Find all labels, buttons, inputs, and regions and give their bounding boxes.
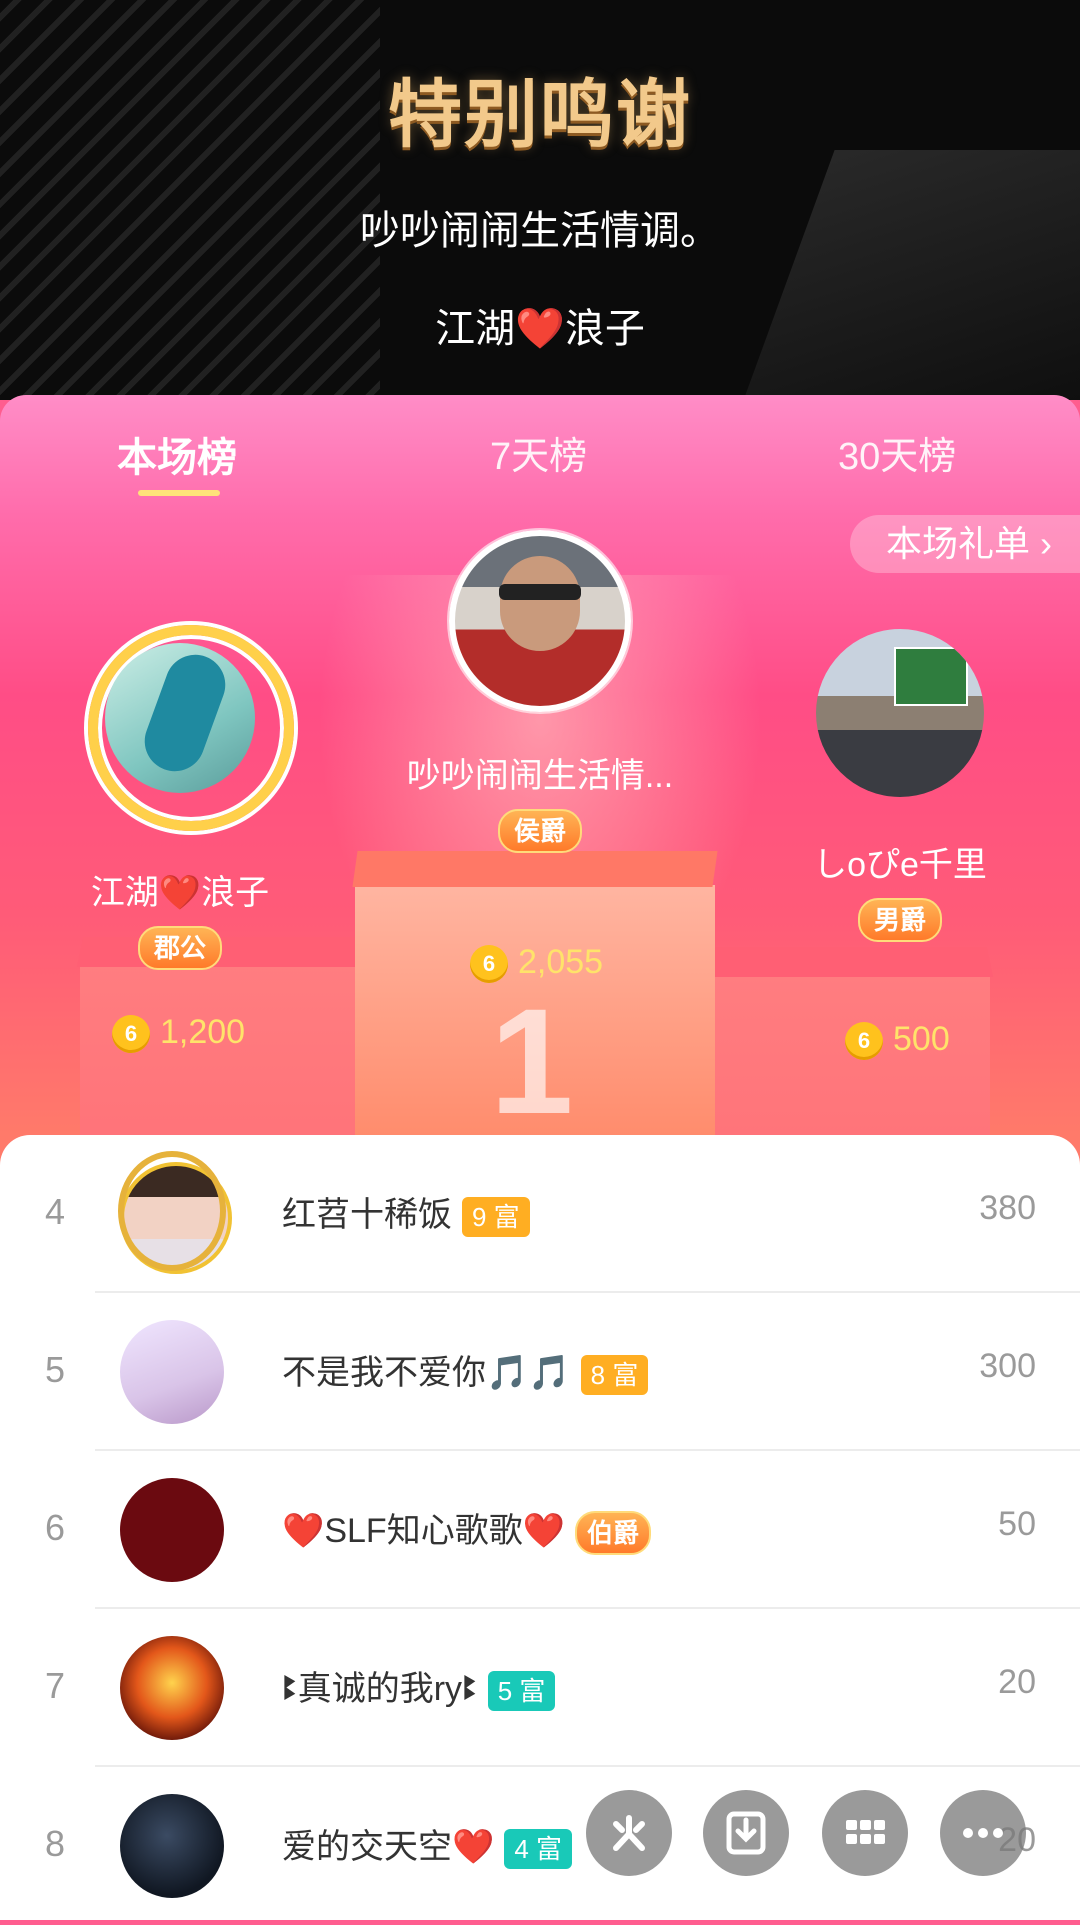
top-user-name: 吵吵闹闹生活情...	[406, 757, 674, 795]
more-icon[interactable]	[940, 1790, 1026, 1876]
active-tab-indicator	[138, 490, 220, 496]
special-thanks-title: 特别鸣谢	[388, 73, 692, 156]
share-icon-glyph	[613, 1815, 645, 1851]
rank-number: 7	[44, 1665, 66, 1706]
noble-title-badge: 侯爵	[497, 809, 582, 853]
special-thanks-banner: 特别鸣谢 吵吵闹闹生活情调。 江湖❤️浪子	[0, 0, 1080, 400]
more-icon-glyph	[963, 1828, 1003, 1838]
wealth-level-badge: 9 富	[462, 1197, 530, 1238]
rank-number: 4	[44, 1191, 66, 1232]
wealth-level-badge: 4 富	[504, 1829, 573, 1870]
coin-amount-second: 6 1,200	[112, 1013, 245, 1054]
contribution-score: 20	[998, 1663, 1036, 1701]
rank-number: 6	[44, 1507, 66, 1548]
list-user-name: ꔪ真诚的我ryꔪ 5 富	[282, 1661, 556, 1712]
download-icon-glyph	[726, 1811, 766, 1855]
list-item[interactable]: 5 不是我不爱你🎵🎵 8 富 300	[0, 1293, 1080, 1451]
contribution-score: 380	[979, 1189, 1036, 1227]
list-item[interactable]: 4 红苕十稀饭 9 富 380	[0, 1135, 1080, 1293]
coin-icon: 6	[470, 945, 508, 984]
list-item[interactable]: 8 爱的交天空❤️4 富 20	[0, 1767, 1080, 1925]
tab-30-days[interactable]: 30天榜	[838, 425, 956, 480]
grid-icon[interactable]	[822, 1790, 908, 1876]
top-user-first[interactable]: 吵吵闹闹生活情... 侯爵	[325, 530, 755, 853]
top-user-second[interactable]: 江湖❤️浪子 郡公	[30, 643, 330, 970]
list-user-name: 红苕十稀饭 9 富	[282, 1187, 530, 1238]
list-user-name: ❤️SLF知心歌歌❤️ 伯爵	[282, 1503, 652, 1556]
top-user-name: しoぴe千里	[813, 846, 987, 884]
coin-amount-third: 6 500	[845, 1020, 950, 1061]
top-user-third[interactable]: しoぴe千里 男爵	[750, 629, 1050, 942]
list-user-name: 爱的交天空❤️ 4 富	[282, 1819, 573, 1870]
noble-title-badge: 郡公	[137, 926, 222, 970]
coin-icon: 6	[845, 1022, 883, 1061]
rank-number: 8	[44, 1823, 66, 1864]
avatar-frame	[118, 1151, 226, 1271]
contribution-score: 300	[979, 1347, 1036, 1385]
avatar[interactable]	[120, 1636, 224, 1740]
avatar[interactable]	[120, 1478, 224, 1582]
avatar[interactable]	[105, 643, 255, 793]
coin-icon: 6	[112, 1015, 150, 1054]
list-item[interactable]: 7 ꔪ真诚的我ryꔪ 5 富 20	[0, 1609, 1080, 1767]
avatar[interactable]	[120, 1794, 224, 1898]
grid-icon-glyph	[846, 1820, 885, 1844]
wealth-level-badge: 8 富	[580, 1355, 649, 1396]
noble-title-badge: 伯爵	[575, 1511, 652, 1556]
rank-number: 5	[44, 1349, 66, 1390]
top-user-name: 江湖❤️浪子	[90, 874, 270, 912]
rank-list: 4 红苕十稀饭 9 富 380 5 不是我不爱你🎵🎵 8 富 300 6 ❤️SLF…	[0, 1135, 1080, 1920]
thanks-name: 江湖❤️浪子	[435, 307, 645, 351]
noble-title-badge: 男爵	[857, 898, 942, 942]
tab-this-session[interactable]: 本场榜	[117, 425, 237, 483]
share-icon[interactable]	[586, 1790, 672, 1876]
avatar[interactable]	[449, 530, 631, 712]
tab-7-days[interactable]: 7天榜	[490, 425, 587, 480]
avatar[interactable]	[120, 1320, 224, 1424]
list-user-name: 不是我不爱你🎵🎵 8 富	[282, 1345, 649, 1396]
list-item[interactable]: 6 ❤️SLF知心歌歌❤️ 伯爵 50	[0, 1451, 1080, 1609]
gift-list-button[interactable]: 本场礼单 ›	[850, 515, 1080, 573]
avatar[interactable]	[816, 629, 984, 797]
download-icon[interactable]	[703, 1790, 789, 1876]
contribution-score: 50	[998, 1505, 1036, 1543]
coin-amount-first: 6 2,055	[470, 943, 603, 984]
ranking-tabs: 本场榜 7天榜 30天榜	[0, 395, 1080, 520]
thanks-name: 吵吵闹闹生活情调。	[360, 209, 720, 253]
wealth-level-badge: 5 富	[487, 1671, 556, 1712]
